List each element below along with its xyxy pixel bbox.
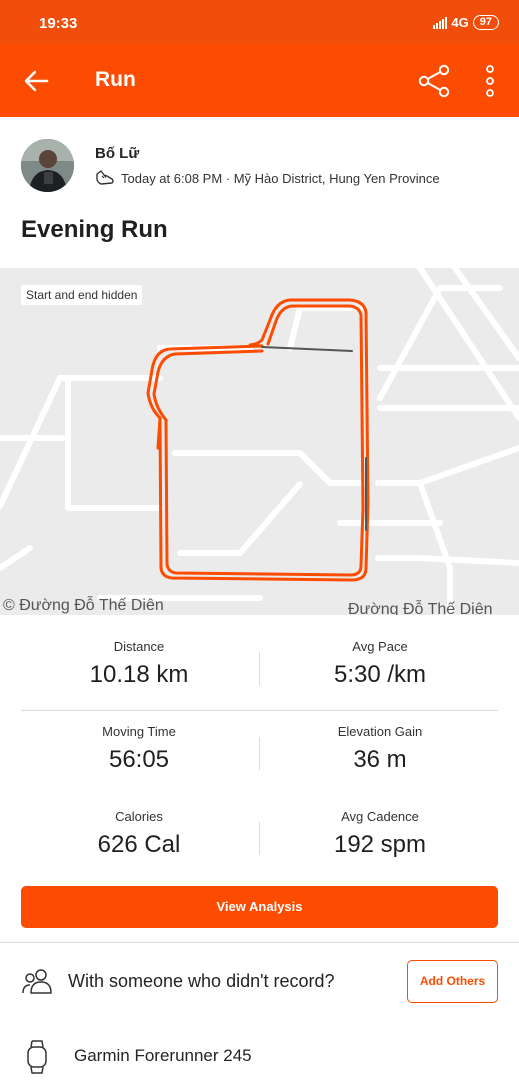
- avatar[interactable]: [21, 139, 74, 192]
- add-others-button[interactable]: Add Others: [407, 960, 498, 1003]
- stat-moving-time: Moving Time 56:05: [19, 724, 259, 774]
- device-row: Garmin Forerunner 245: [0, 1030, 519, 1080]
- stat-value: 36 m: [353, 746, 407, 773]
- stat-label: Moving Time: [102, 724, 176, 739]
- more-options-icon[interactable]: [480, 64, 500, 98]
- device-name: Garmin Forerunner 245: [74, 1046, 252, 1065]
- athlete-name[interactable]: Bố Lữ: [95, 145, 139, 162]
- stat-label: Calories: [115, 809, 163, 824]
- activity-date-location: Today at 6:08 PM · Mỹ Hào District, Hung…: [121, 170, 440, 186]
- stats-divider: [21, 710, 498, 711]
- map-canvas: [0, 268, 519, 615]
- stat-label: Avg Cadence: [341, 809, 419, 824]
- stat-value: 56:05: [108, 746, 170, 773]
- signal-icon: [433, 16, 448, 29]
- route-map[interactable]: Start and end hidden © Đường Đỗ Thế Diên…: [0, 268, 519, 615]
- status-time: 19:33: [39, 15, 78, 32]
- page-title: Run: [95, 68, 136, 91]
- start-end-hidden-badge: Start and end hidden: [21, 285, 143, 305]
- stat-avg-cadence: Avg Cadence 192 spm: [260, 809, 500, 859]
- back-arrow-icon[interactable]: [22, 67, 50, 95]
- people-icon: [22, 969, 52, 994]
- street-label-left: © Đường Đỗ Thế Diên: [3, 597, 164, 614]
- stat-value: 5:30 /km: [333, 661, 427, 688]
- app-bar: Run: [0, 43, 519, 117]
- activity-meta: Today at 6:08 PM · Mỹ Hào District, Hung…: [95, 170, 440, 186]
- stat-value: 192 spm: [333, 831, 427, 858]
- share-icon[interactable]: [418, 64, 450, 98]
- watch-icon: [27, 1040, 47, 1074]
- stat-avg-pace: Avg Pace 5:30 /km: [260, 639, 500, 689]
- stat-distance: Distance 10.18 km: [19, 639, 259, 689]
- stat-label: Distance: [113, 639, 165, 654]
- others-prompt: With someone who didn't record?: [68, 971, 335, 991]
- stat-label: Avg Pace: [352, 639, 408, 654]
- street-label-right: Đường Đỗ Thế Diên: [348, 601, 493, 615]
- status-bar: 19:33 4G 97: [0, 0, 519, 43]
- battery-level: 97: [472, 15, 499, 30]
- view-analysis-button[interactable]: View Analysis: [21, 886, 498, 928]
- activity-title: Evening Run: [21, 216, 168, 243]
- status-indicators: 4G 97: [433, 15, 499, 30]
- network-type: 4G: [451, 15, 469, 30]
- run-shoe-icon: [96, 170, 114, 185]
- stat-label: Elevation Gain: [337, 724, 423, 739]
- stat-value: 626 Cal: [97, 831, 181, 858]
- add-others-row: With someone who didn't record? Add Othe…: [0, 943, 519, 1021]
- stat-calories: Calories 626 Cal: [19, 809, 259, 859]
- stat-value: 10.18 km: [89, 661, 189, 688]
- stat-elevation-gain: Elevation Gain 36 m: [260, 724, 500, 774]
